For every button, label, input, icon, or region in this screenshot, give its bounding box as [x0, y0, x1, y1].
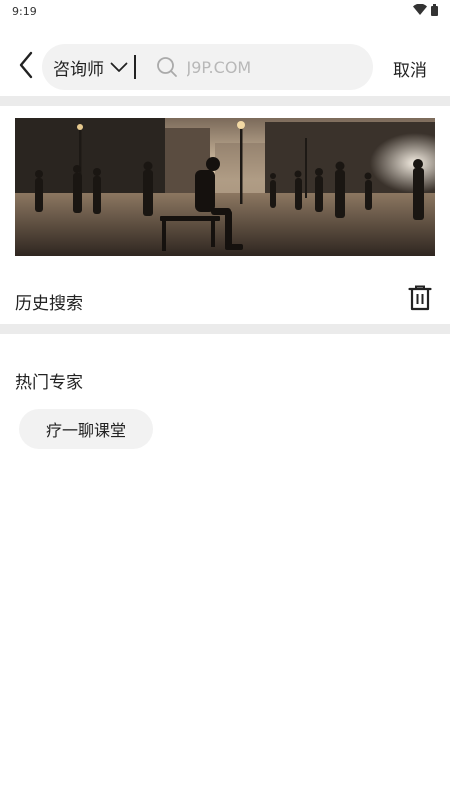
search-header: 咨询师 取消: [0, 44, 450, 90]
chevron-left-icon: [18, 51, 34, 83]
wifi-icon: [413, 3, 427, 18]
search-bar: 咨询师: [42, 44, 373, 90]
section-divider: [0, 324, 450, 334]
trash-icon: [408, 285, 432, 315]
category-select[interactable]: 咨询师: [42, 44, 128, 90]
status-bar: 9:19: [0, 0, 450, 22]
category-label: 咨询师: [53, 59, 104, 80]
hot-expert-tag[interactable]: 疗一聊课堂: [19, 409, 153, 449]
search-icon: [156, 56, 178, 78]
battery-icon: [431, 3, 438, 19]
cancel-button[interactable]: 取消: [393, 56, 427, 81]
status-icons: [413, 3, 438, 19]
search-divider: [134, 55, 136, 79]
search-input[interactable]: [186, 57, 337, 77]
banner-image[interactable]: [15, 118, 435, 256]
chevron-down-icon: [110, 62, 128, 73]
section-divider: [0, 96, 450, 106]
history-title: 历史搜索: [15, 294, 83, 314]
clear-history-button[interactable]: [406, 285, 434, 315]
back-button[interactable]: [14, 51, 38, 83]
hot-experts-title: 热门专家: [15, 373, 83, 393]
status-time: 9:19: [12, 4, 37, 18]
history-section: 历史搜索: [0, 283, 450, 319]
